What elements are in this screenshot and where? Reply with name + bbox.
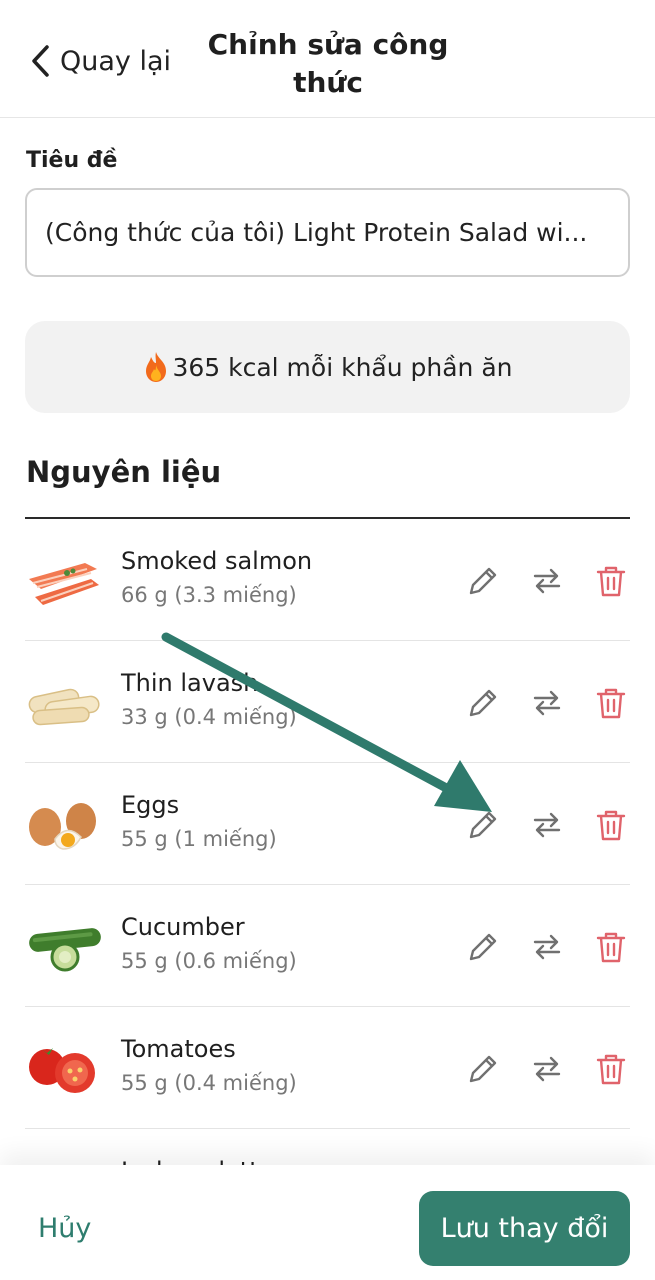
bottom-action-bar: Hủy Lưu thay đổi bbox=[0, 1165, 655, 1280]
edit-pencil-icon[interactable] bbox=[465, 563, 501, 599]
trash-icon[interactable] bbox=[593, 563, 629, 599]
trash-icon[interactable] bbox=[593, 1051, 629, 1087]
kcal-info-box: 365 kcal mỗi khẩu phần ăn bbox=[25, 321, 630, 413]
trash-icon[interactable] bbox=[593, 929, 629, 965]
swap-arrows-icon[interactable] bbox=[529, 1051, 565, 1087]
edit-pencil-icon[interactable] bbox=[465, 929, 501, 965]
ingredient-quantity: 66 g (3.3 miếng) bbox=[121, 583, 297, 607]
title-field-label: Tiêu đề bbox=[26, 148, 118, 173]
ingredient-name: Smoked salmon bbox=[121, 547, 313, 575]
header-bar: Quay lại Chỉnh sửa công thức bbox=[0, 0, 655, 118]
back-label: Quay lại bbox=[60, 45, 172, 77]
chevron-left-icon bbox=[32, 45, 49, 77]
edit-pencil-icon[interactable] bbox=[465, 807, 501, 843]
ingredient-row: Cucumber 55 g (0.6 miếng) bbox=[25, 885, 630, 1007]
swap-arrows-icon[interactable] bbox=[529, 685, 565, 721]
kcal-text: 365 kcal mỗi khẩu phần ăn bbox=[172, 352, 513, 382]
save-changes-button[interactable]: Lưu thay đổi bbox=[419, 1191, 630, 1266]
ingredient-row: Eggs 55 g (1 miếng) bbox=[25, 763, 630, 885]
tomatoes-image bbox=[29, 1048, 95, 1093]
edit-pencil-icon[interactable] bbox=[465, 685, 501, 721]
swap-arrows-icon[interactable] bbox=[529, 563, 565, 599]
ingredient-quantity: 55 g (0.4 miếng) bbox=[121, 1071, 297, 1095]
ingredient-quantity: 55 g (0.6 miếng) bbox=[121, 949, 297, 973]
ingredient-quantity: 33 g (0.4 miếng) bbox=[121, 705, 297, 729]
ingredient-name: Tomatoes bbox=[121, 1035, 236, 1063]
edit-pencil-icon[interactable] bbox=[465, 1051, 501, 1087]
ingredients-title: Nguyên liệu bbox=[26, 455, 222, 489]
cancel-button[interactable]: Hủy bbox=[38, 1213, 91, 1244]
title-input[interactable] bbox=[25, 188, 630, 277]
ingredient-row: Tomatoes 55 g (0.4 miếng) bbox=[25, 1007, 630, 1129]
ingredient-row: Smoked salmon 66 g (3.3 miếng) bbox=[25, 519, 630, 641]
swap-arrows-icon[interactable] bbox=[529, 929, 565, 965]
lavash-image bbox=[28, 688, 100, 726]
back-button[interactable]: Quay lại bbox=[30, 44, 171, 78]
trash-icon[interactable] bbox=[593, 807, 629, 843]
swap-arrows-icon[interactable] bbox=[529, 807, 565, 843]
ingredient-name: Eggs bbox=[121, 791, 180, 819]
salmon-image bbox=[29, 563, 99, 605]
ingredient-row: Thin lavash 33 g (0.4 miếng) bbox=[25, 641, 630, 763]
ingredient-quantity: 55 g (1 miếng) bbox=[121, 827, 277, 851]
fire-icon bbox=[146, 352, 167, 382]
ingredient-name: Thin lavash bbox=[121, 669, 259, 697]
trash-icon[interactable] bbox=[593, 685, 629, 721]
cucumber-image bbox=[29, 928, 101, 972]
ingredients-list: Smoked salmon 66 g (3.3 miếng) Thin lava… bbox=[25, 519, 630, 1251]
page-title: Chỉnh sửa công thức bbox=[207, 28, 449, 99]
eggs-image bbox=[29, 803, 96, 850]
ingredient-name: Cucumber bbox=[121, 913, 245, 941]
